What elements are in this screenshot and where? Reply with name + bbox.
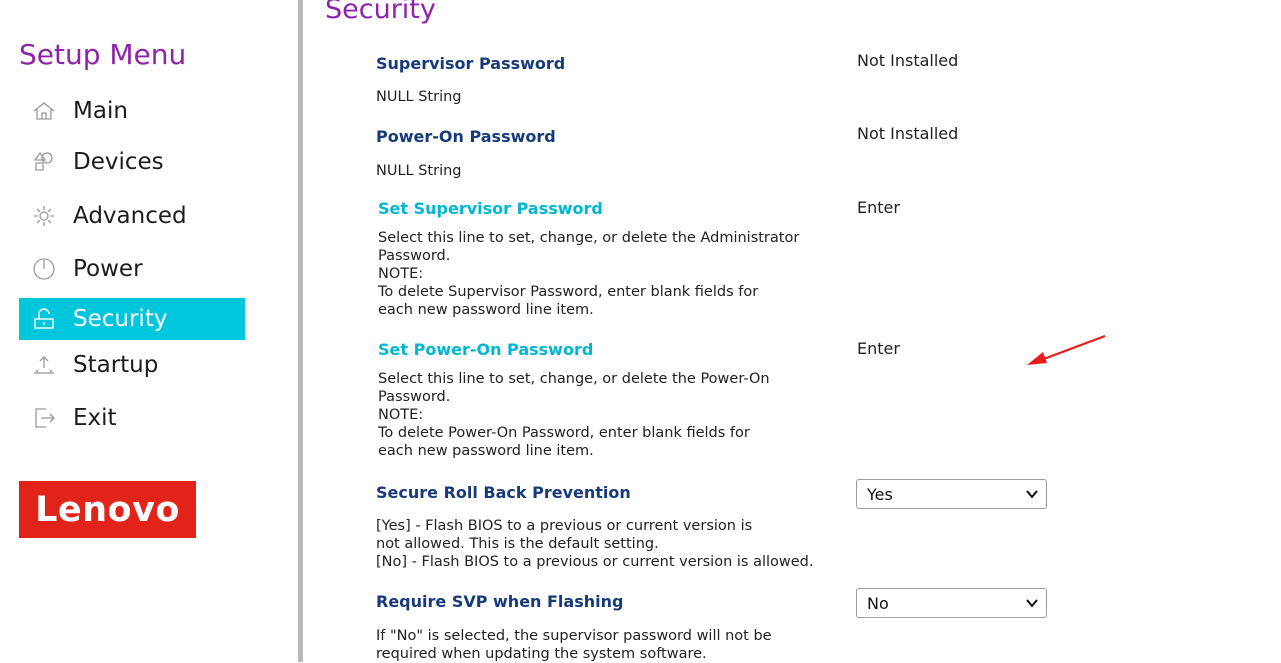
devices-icon xyxy=(31,149,57,175)
sidebar-item-devices[interactable]: Devices xyxy=(19,141,245,183)
startup-icon xyxy=(31,352,57,378)
sidebar-item-label: Power xyxy=(73,256,143,282)
annotation-arrow-icon xyxy=(1027,334,1106,365)
sidebar-item-startup[interactable]: Startup xyxy=(19,344,245,386)
select-value: Yes xyxy=(867,484,893,504)
require-svp-label: Require SVP when Flashing xyxy=(376,592,624,611)
sidebar-item-label: Exit xyxy=(73,405,117,431)
supervisor-password-status: Not Installed xyxy=(857,51,959,70)
set-power-on-password-enter[interactable]: Enter xyxy=(857,339,900,358)
advanced-icon xyxy=(31,203,57,229)
home-icon xyxy=(31,98,57,124)
power-on-password-status: Not Installed xyxy=(857,124,959,143)
sidebar-item-label: Startup xyxy=(73,352,159,378)
set-supervisor-password-enter[interactable]: Enter xyxy=(857,198,900,217)
power-icon xyxy=(31,256,57,282)
select-value: No xyxy=(867,593,889,613)
require-svp-select[interactable]: No xyxy=(856,588,1047,618)
require-svp-desc: If "No" is selected, the supervisor pass… xyxy=(376,628,772,662)
sidebar: Setup Menu Main Devices Advanced Power S… xyxy=(0,0,298,662)
set-supervisor-password-link[interactable]: Set Supervisor Password xyxy=(378,199,603,218)
secure-roll-back-desc: [Yes] - Flash BIOS to a previous or curr… xyxy=(376,518,814,570)
page-title: Security xyxy=(325,0,436,25)
sidebar-item-power[interactable]: Power xyxy=(19,248,245,290)
sidebar-item-label: Advanced xyxy=(73,203,187,229)
chevron-down-icon xyxy=(1026,490,1038,499)
exit-icon xyxy=(31,405,57,431)
sidebar-item-label: Devices xyxy=(73,149,164,175)
sidebar-item-advanced[interactable]: Advanced xyxy=(19,195,245,237)
supervisor-password-desc: NULL String xyxy=(376,89,462,105)
lenovo-logo: Lenovo xyxy=(19,481,196,538)
set-supervisor-password-desc: Select this line to set, change, or dele… xyxy=(378,230,800,318)
secure-roll-back-label: Secure Roll Back Prevention xyxy=(376,483,631,502)
power-on-password-label: Power-On Password xyxy=(376,127,556,146)
sidebar-item-label: Main xyxy=(73,98,128,124)
secure-roll-back-select[interactable]: Yes xyxy=(856,479,1047,509)
supervisor-password-label: Supervisor Password xyxy=(376,54,566,73)
set-power-on-password-desc: Select this line to set, change, or dele… xyxy=(378,371,770,459)
security-panel: Security Supervisor Password Not Install… xyxy=(303,0,1281,662)
sidebar-item-label: Security xyxy=(73,306,168,332)
chevron-down-icon xyxy=(1026,599,1038,608)
sidebar-item-exit[interactable]: Exit xyxy=(19,397,245,439)
set-power-on-password-link[interactable]: Set Power-On Password xyxy=(378,340,593,359)
sidebar-item-main[interactable]: Main xyxy=(19,90,245,132)
power-on-password-desc: NULL String xyxy=(376,163,462,179)
setup-menu-title: Setup Menu xyxy=(19,38,187,71)
sidebar-item-security[interactable]: Security xyxy=(19,298,245,340)
security-icon xyxy=(31,306,57,332)
